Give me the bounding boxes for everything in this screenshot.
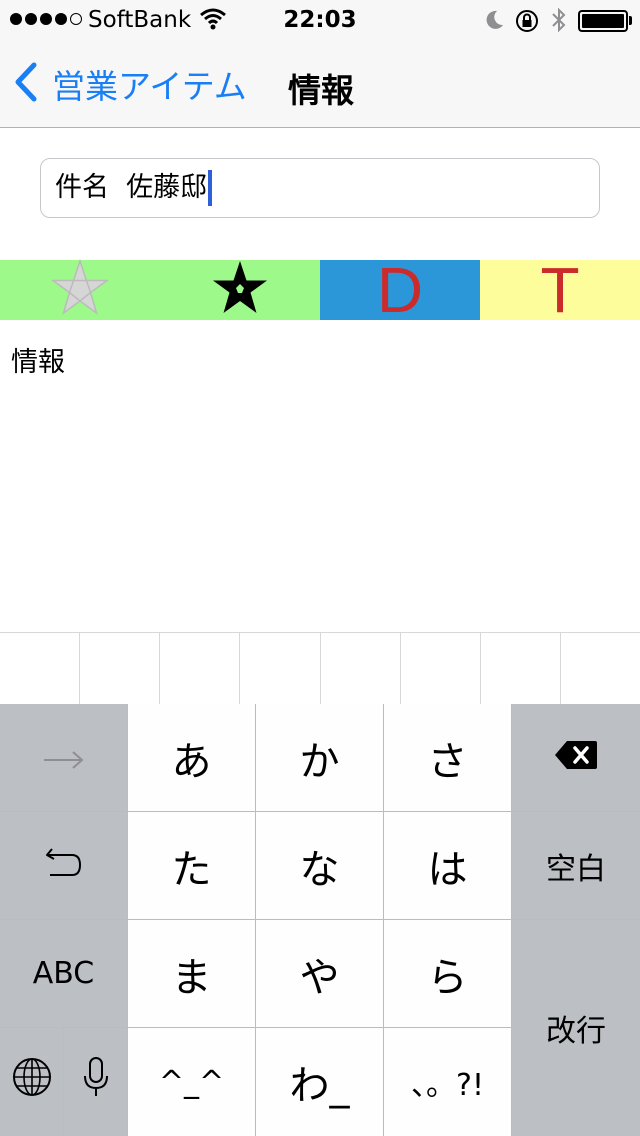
subject-input-value: 件名 佐藤邸 (55, 172, 208, 203)
category-t-button[interactable]: T (480, 254, 640, 326)
candidate-slot[interactable] (0, 633, 81, 704)
punctuation-key[interactable]: 、。?! (384, 1028, 511, 1136)
undo-key[interactable] (0, 812, 127, 919)
delete-key[interactable] (512, 704, 640, 811)
key-ra[interactable]: ら (384, 920, 511, 1027)
key-ma[interactable]: ま (128, 920, 255, 1027)
key-sa[interactable]: さ (384, 704, 511, 811)
candidate-bar (0, 632, 640, 704)
candidate-slot[interactable] (321, 633, 401, 704)
key-ya[interactable]: や (256, 920, 383, 1027)
candidate-slot[interactable] (160, 633, 241, 704)
category-d-button[interactable]: D (320, 254, 480, 326)
cursor-right-key[interactable] (0, 704, 127, 811)
space-key[interactable]: 空白 (512, 812, 640, 919)
info-text-area[interactable]: 情報 (11, 340, 65, 379)
candidate-slot[interactable] (401, 633, 481, 704)
subject-input[interactable]: 件名 佐藤邸 (40, 158, 600, 218)
key-ha[interactable]: は (384, 812, 511, 919)
back-button[interactable]: 営業アイテム (14, 60, 247, 108)
undo-icon (44, 843, 84, 889)
text-cursor (208, 170, 213, 206)
globe-key[interactable] (0, 1028, 63, 1136)
status-bar: SoftBank 22:03 (0, 0, 640, 40)
category-t-label: T (540, 254, 580, 326)
key-wa[interactable]: わ_ (256, 1028, 383, 1136)
globe-icon (12, 1057, 52, 1107)
category-d-label: D (376, 254, 424, 326)
key-ka[interactable]: か (256, 704, 383, 811)
candidate-slot[interactable] (80, 633, 161, 704)
candidate-slot[interactable] (561, 633, 640, 704)
key-na[interactable]: な (256, 812, 383, 919)
star-filled-icon (208, 259, 272, 321)
dictation-key[interactable] (64, 1028, 127, 1136)
return-key[interactable]: 改行 (512, 920, 640, 1136)
arrow-right-icon (42, 735, 86, 781)
do-not-disturb-icon (484, 9, 504, 35)
navigation-bar: 営業アイテム 情報 (0, 40, 640, 128)
delete-icon (553, 735, 599, 781)
microphone-icon (83, 1056, 109, 1108)
candidate-slot[interactable] (481, 633, 561, 704)
page-title: 情報 (288, 71, 354, 110)
star-filled-button[interactable] (160, 260, 320, 320)
star-outline-button[interactable] (0, 258, 160, 321)
candidate-slot[interactable] (240, 633, 321, 704)
keyboard: あ か さ た な は 空白 ABC ま や ら 改行 ^_^ わ_ 、。?! (0, 704, 640, 1136)
key-ta[interactable]: た (128, 812, 255, 919)
chevron-left-icon (14, 62, 38, 106)
battery-icon (578, 10, 628, 32)
category-strip: D T (0, 254, 640, 326)
kaomoji-key[interactable]: ^_^ (128, 1028, 255, 1136)
clock: 22:03 (283, 7, 357, 33)
key-a[interactable]: あ (128, 704, 255, 811)
bluetooth-icon (550, 6, 568, 38)
abc-key[interactable]: ABC (0, 920, 127, 1027)
rotation-lock-icon (514, 8, 540, 38)
star-outline-icon (48, 258, 112, 321)
back-button-label: 営業アイテム (52, 67, 247, 106)
